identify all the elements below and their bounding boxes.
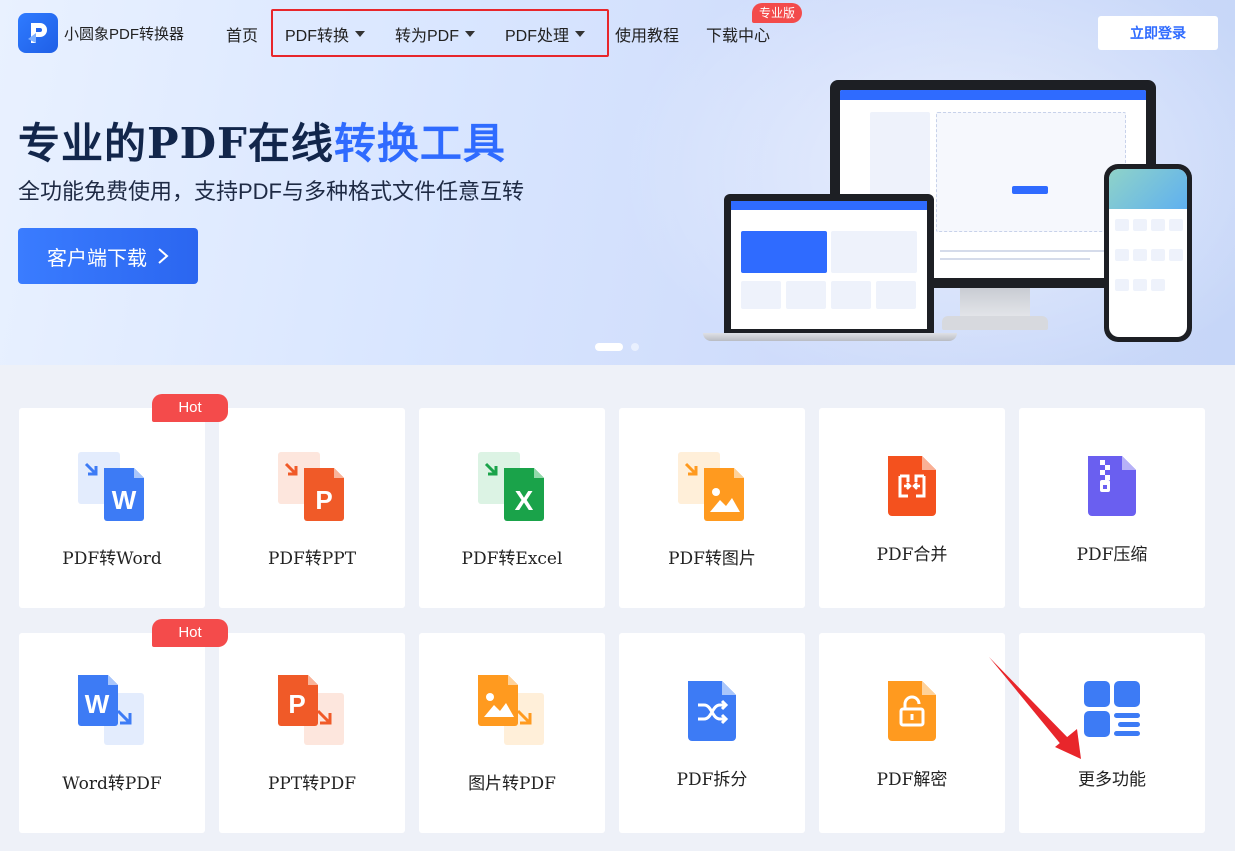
card-pdf-compress[interactable]: PDF压缩 [1019, 408, 1205, 608]
hero-subtitle: 全功能免费使用，支持PDF与多种格式文件任意互转 [18, 179, 525, 204]
card-pdf-decrypt[interactable]: PDF解密 [819, 633, 1005, 833]
laptop-mockup [724, 194, 934, 334]
card-label: PDF拆分 [676, 770, 748, 790]
svg-text:X: X [515, 485, 534, 516]
pdf-to-ppt-icon: P [219, 448, 405, 528]
nav-pdf-process[interactable]: PDF处理 [505, 22, 586, 46]
nav-pdf-convert-label: PDF转换 [285, 28, 350, 45]
carousel-dot[interactable] [595, 343, 623, 351]
monitor-base [942, 316, 1048, 330]
laptop-base [703, 333, 957, 341]
nav-home-label: 首页 [226, 28, 259, 45]
chevron-down-icon [355, 31, 366, 37]
nav-home[interactable]: 首页 [226, 22, 258, 46]
pro-badge: 专业版 [752, 3, 803, 23]
phone-screen [1109, 169, 1187, 337]
hot-badge: Hot [152, 394, 228, 422]
card-label: PPT转PDF [267, 774, 357, 794]
nav-pdf-convert[interactable]: PDF转换 [285, 22, 366, 46]
card-pdf-merge[interactable]: PDF合并 [819, 408, 1005, 608]
svg-text:P: P [315, 485, 332, 515]
nav-tutorial-label: 使用教程 [615, 28, 680, 45]
word-to-pdf-icon: W [19, 673, 205, 753]
nav-pdf-process-label: PDF处理 [505, 28, 570, 45]
chevron-right-icon [158, 248, 169, 264]
hot-badge: Hot [152, 619, 228, 647]
card-label: 图片转PDF [468, 774, 556, 794]
svg-text:W: W [85, 689, 110, 719]
hero-title-part1: 专业的PDF在线 [18, 119, 334, 168]
carousel-dots [595, 343, 639, 351]
monitor-stand [960, 288, 1030, 318]
svg-text:W: W [112, 485, 137, 515]
nav-to-pdf[interactable]: 转为PDF [395, 22, 476, 46]
nav-tutorial[interactable]: 使用教程 [615, 22, 679, 46]
card-label: PDF合并 [876, 545, 948, 565]
pdf-to-word-icon: W [19, 448, 205, 528]
card-label: PDF压缩 [1076, 545, 1148, 565]
pdf-split-icon [619, 679, 805, 759]
hero-title-accent: 转换工具 [333, 119, 506, 168]
pdf-decrypt-icon [819, 679, 1005, 759]
pdf-merge-icon [819, 454, 1005, 534]
client-download-button[interactable]: 客户端下载 [18, 228, 198, 284]
card-word-to-pdf[interactable]: W Word转PDF [19, 633, 205, 833]
top-nav: 首页 PDF转换 转为PDF PDF处理 使用教程 下载中心 [0, 0, 1235, 66]
card-pdf-to-ppt[interactable]: P PDF转PPT [219, 408, 405, 608]
card-pdf-to-image[interactable]: PDF转图片 [619, 408, 805, 608]
chevron-down-icon [465, 31, 476, 37]
pdf-compress-icon [1019, 454, 1205, 534]
phone-mockup [1104, 164, 1192, 342]
card-image-to-pdf[interactable]: 图片转PDF [419, 633, 605, 833]
card-more-features[interactable]: 更多功能 [1019, 633, 1205, 833]
card-pdf-to-excel[interactable]: X PDF转Excel [419, 408, 605, 608]
pdf-to-excel-icon: X [419, 448, 605, 528]
ppt-to-pdf-icon: P [219, 673, 405, 753]
nav-to-pdf-label: 转为PDF [395, 28, 460, 45]
client-download-label: 客户端下载 [47, 247, 147, 270]
card-label: PDF解密 [876, 770, 948, 790]
card-ppt-to-pdf[interactable]: P PPT转PDF [219, 633, 405, 833]
nav-download-center-label: 下载中心 [706, 28, 771, 45]
card-label: PDF转Word [62, 549, 162, 569]
card-pdf-split[interactable]: PDF拆分 [619, 633, 805, 833]
card-pdf-to-word[interactable]: W PDF转Word [19, 408, 205, 608]
more-features-icon [1019, 679, 1205, 759]
hero-title: 专业的PDF在线转换工具 [18, 110, 506, 171]
login-button[interactable]: 立即登录 [1098, 16, 1218, 50]
svg-text:P: P [288, 689, 305, 719]
card-label: PDF转PPT [267, 549, 357, 569]
pdf-to-image-icon [619, 448, 805, 528]
card-label: PDF转Excel [461, 549, 563, 569]
card-label: 更多功能 [1078, 770, 1146, 790]
nav-download-center[interactable]: 下载中心 [706, 22, 770, 46]
card-label: PDF转图片 [668, 549, 756, 569]
laptop-screen [731, 201, 927, 329]
carousel-dot[interactable] [631, 343, 639, 351]
image-to-pdf-icon [419, 673, 605, 753]
chevron-down-icon [575, 31, 586, 37]
card-label: Word转PDF [62, 774, 162, 794]
